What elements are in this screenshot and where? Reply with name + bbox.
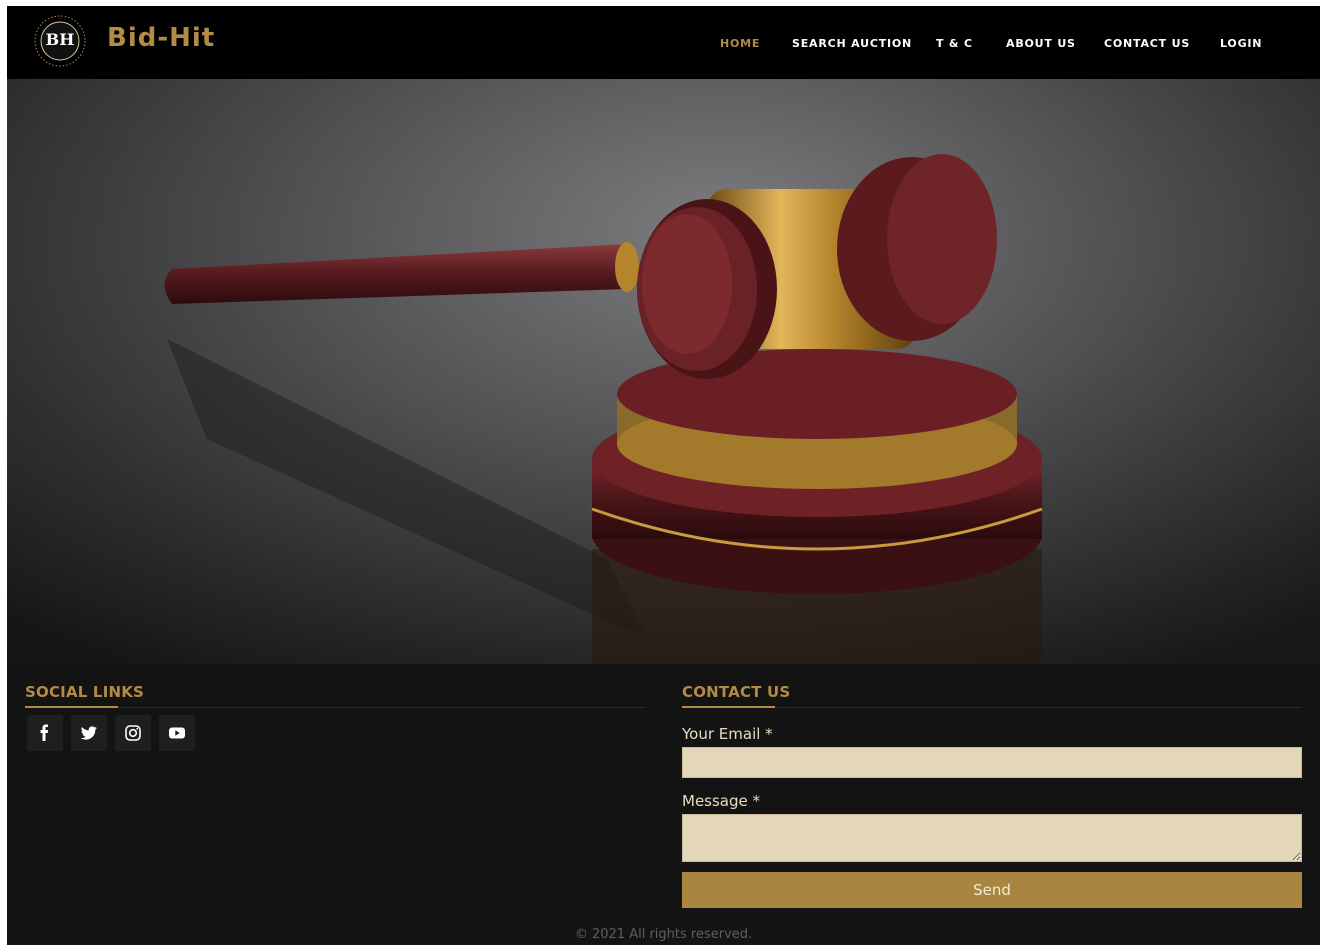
instagram-icon — [125, 725, 141, 741]
top-navbar: BH Bid-Hit HOME SEARCH AUCTION T & C ABO… — [7, 6, 1320, 79]
nav-terms[interactable]: T & C — [936, 37, 973, 50]
message-field[interactable] — [682, 814, 1302, 862]
nav-search-auction[interactable]: SEARCH AUCTION — [792, 37, 912, 50]
twitter-icon — [80, 726, 97, 740]
instagram-button[interactable] — [115, 715, 151, 751]
brand-name[interactable]: Bid-Hit — [107, 23, 215, 53]
nav-contact-us[interactable]: CONTACT US — [1104, 37, 1190, 50]
logo-text: BH — [45, 30, 75, 49]
page-frame: BH Bid-Hit HOME SEARCH AUCTION T & C ABO… — [7, 6, 1320, 945]
hero-banner — [7, 79, 1320, 664]
nav-about-us[interactable]: ABOUT US — [1006, 37, 1076, 50]
email-label: Your Email * — [682, 725, 773, 743]
social-title-underline — [25, 706, 118, 708]
facebook-icon — [40, 724, 49, 741]
contact-divider — [682, 707, 1302, 708]
twitter-button[interactable] — [71, 715, 107, 751]
email-field[interactable] — [682, 747, 1302, 778]
copyright-text: © 2021 All rights reserved. — [7, 921, 1320, 945]
nav-login[interactable]: LOGIN — [1220, 37, 1262, 50]
site-footer: SOCIAL LINKS CONTACT US Your Email * Mes… — [7, 664, 1320, 921]
contact-us-title: CONTACT US — [682, 683, 791, 701]
contact-title-underline — [682, 706, 775, 708]
send-button[interactable]: Send — [682, 872, 1302, 908]
brand-logo[interactable]: BH — [34, 15, 86, 67]
facebook-button[interactable] — [27, 715, 63, 751]
gavel-image — [7, 79, 1320, 664]
social-divider — [25, 707, 645, 708]
nav-home[interactable]: HOME — [720, 37, 760, 50]
message-label: Message * — [682, 792, 761, 810]
social-links-title: SOCIAL LINKS — [25, 683, 145, 701]
youtube-icon — [169, 727, 185, 739]
youtube-button[interactable] — [159, 715, 195, 751]
